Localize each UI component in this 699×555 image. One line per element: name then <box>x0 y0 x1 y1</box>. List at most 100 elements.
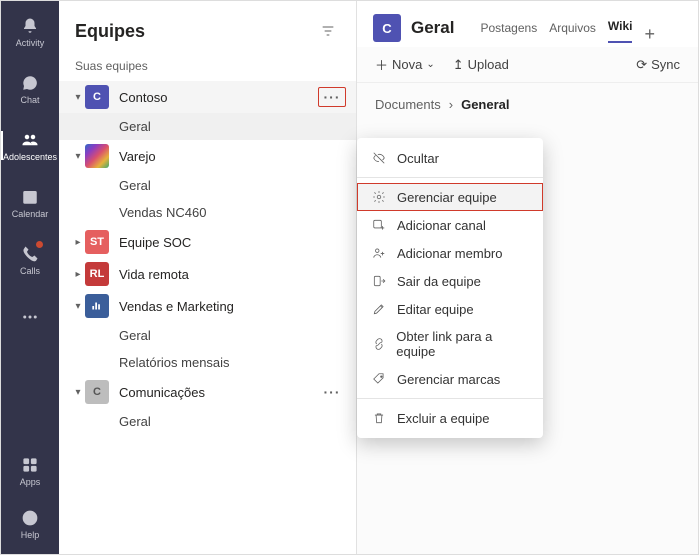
team-row[interactable]: ▸ ST Equipe SOC <box>59 226 356 258</box>
team-avatar: ST <box>85 230 109 254</box>
menu-label: Sair da equipe <box>397 274 481 289</box>
team-row[interactable]: ▾ Vendas e Marketing <box>59 290 356 322</box>
team-name: Vida remota <box>119 267 346 282</box>
team-avatar <box>85 294 109 318</box>
menu-manage-team[interactable]: Gerenciar equipe <box>357 183 543 211</box>
teams-title: Equipes <box>75 21 145 42</box>
add-member-icon <box>371 245 387 261</box>
ellipsis-icon <box>20 307 40 327</box>
tab-wiki[interactable]: Wiki <box>608 13 633 43</box>
rail-calls[interactable]: Calls <box>1 233 59 286</box>
menu-hide[interactable]: Ocultar <box>357 144 543 172</box>
channel-avatar: C <box>373 14 401 42</box>
menu-separator <box>357 177 543 178</box>
rail-apps[interactable]: Apps <box>1 444 59 497</box>
team-avatar: RL <box>85 262 109 286</box>
team-name: Vendas e Marketing <box>119 299 346 314</box>
channel-row[interactable]: Vendas NC460 <box>59 199 356 226</box>
menu-label: Obter link para a equipe <box>396 329 529 359</box>
help-icon <box>20 508 40 528</box>
rail-chat[interactable]: Chat <box>1 62 59 115</box>
breadcrumb-root[interactable]: Documents <box>375 97 441 112</box>
upload-button[interactable]: ↥ Upload <box>453 57 509 73</box>
chevron-right-icon: ▸ <box>71 269 85 280</box>
plus-icon: ＋ <box>375 55 388 74</box>
team-name: Equipe SOC <box>119 235 346 250</box>
channel-row[interactable]: Relatórios mensais <box>59 349 356 376</box>
team-avatar: C <box>85 380 109 404</box>
breadcrumb-current: General <box>461 97 509 112</box>
notification-dot-icon <box>36 241 43 248</box>
channel-row[interactable]: Geral <box>59 408 356 435</box>
menu-edit-team[interactable]: Editar equipe <box>357 295 543 323</box>
menu-add-channel[interactable]: Adicionar canal <box>357 211 543 239</box>
team-avatar <box>85 144 109 168</box>
team-name: Comunicações <box>119 385 318 400</box>
team-name: Varejo <box>119 149 346 164</box>
new-label: Nova <box>392 57 422 72</box>
sync-label: Sync <box>651 57 680 72</box>
team-avatar: C <box>85 85 109 109</box>
menu-label: Excluir a equipe <box>397 411 490 426</box>
upload-icon: ↥ <box>453 57 464 73</box>
section-label: Suas equipes <box>59 53 356 81</box>
chat-icon <box>20 73 40 93</box>
teams-list[interactable]: Suas equipes ▾ C Contoso ··· Geral ▾ Var… <box>59 53 356 554</box>
team-row-contoso[interactable]: ▾ C Contoso ··· <box>59 81 356 113</box>
new-button[interactable]: ＋ Nova ⌄ <box>375 55 435 74</box>
upload-label: Upload <box>468 57 509 72</box>
tab-posts[interactable]: Postagens <box>480 15 537 43</box>
rail-activity[interactable]: Activity <box>1 5 59 58</box>
sync-button[interactable]: ⟳ Sync <box>636 57 680 73</box>
team-row[interactable]: ▸ RL Vida remota <box>59 258 356 290</box>
channel-row[interactable]: Geral <box>59 113 356 140</box>
menu-manage-tags[interactable]: Gerenciar marcas <box>357 365 543 393</box>
menu-label: Editar equipe <box>397 302 474 317</box>
chevron-right-icon: › <box>449 97 453 112</box>
menu-label: Gerenciar equipe <box>397 190 497 205</box>
chevron-right-icon: ▸ <box>71 237 85 248</box>
app-rail: Activity Chat Adolescentes Calendar Call… <box>1 1 59 554</box>
team-more-button[interactable]: ··· <box>318 382 346 402</box>
chevron-down-icon: ▾ <box>71 92 85 103</box>
file-toolbar: ＋ Nova ⌄ ↥ Upload ⟳ Sync <box>357 47 698 83</box>
menu-add-member[interactable]: Adicionar membro <box>357 239 543 267</box>
menu-leave-team[interactable]: Sair da equipe <box>357 267 543 295</box>
tab-files[interactable]: Arquivos <box>549 15 596 43</box>
trash-icon <box>371 410 387 426</box>
rail-more[interactable] <box>1 290 59 343</box>
team-more-button[interactable]: ··· <box>318 87 346 107</box>
channel-row[interactable]: Geral <box>59 322 356 349</box>
chart-icon <box>90 299 104 313</box>
team-row[interactable]: ▾ C Comunicações ··· <box>59 376 356 408</box>
menu-get-link[interactable]: Obter link para a equipe <box>357 323 543 365</box>
menu-delete-team[interactable]: Excluir a equipe <box>357 404 543 432</box>
channel-title: Geral <box>411 18 454 38</box>
leave-icon <box>371 273 387 289</box>
calendar-icon <box>20 187 40 207</box>
filter-icon <box>320 23 336 39</box>
rail-label: Adolescentes <box>3 152 57 162</box>
rail-help[interactable]: Help <box>1 497 59 550</box>
sync-icon: ⟳ <box>636 57 647 73</box>
bell-icon <box>20 16 40 36</box>
menu-label: Ocultar <box>397 151 439 166</box>
add-tab-button[interactable]: + <box>644 25 655 43</box>
rail-label: Calendar <box>12 209 49 219</box>
rail-teams[interactable]: Adolescentes <box>1 119 59 172</box>
menu-separator <box>357 398 543 399</box>
channel-tabs: Postagens Arquivos Wiki + <box>480 13 654 43</box>
tag-icon <box>371 371 387 387</box>
apps-icon <box>20 455 40 475</box>
menu-label: Gerenciar marcas <box>397 372 500 387</box>
channel-row[interactable]: Geral <box>59 172 356 199</box>
chevron-down-icon: ▾ <box>71 387 85 398</box>
rail-label: Apps <box>20 477 41 487</box>
rail-calendar[interactable]: Calendar <box>1 176 59 229</box>
breadcrumb: Documents › General <box>357 83 698 126</box>
edit-icon <box>371 301 387 317</box>
team-row[interactable]: ▾ Varejo <box>59 140 356 172</box>
chevron-down-icon: ⌄ <box>426 59 434 70</box>
rail-label: Help <box>21 530 40 540</box>
filter-button[interactable] <box>316 19 340 43</box>
